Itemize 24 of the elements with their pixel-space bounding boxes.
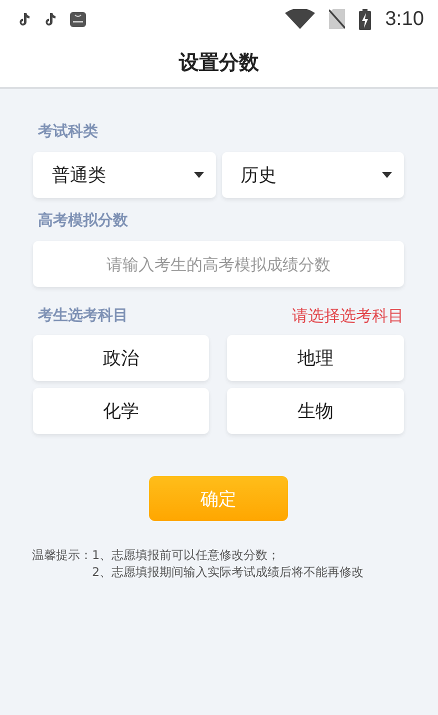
music-note-icon bbox=[44, 12, 56, 26]
warning-text: 请选择选考科目 bbox=[292, 305, 404, 326]
subject-option[interactable]: 地理 bbox=[227, 335, 404, 381]
dropdown[interactable]: 普通类 bbox=[33, 152, 216, 198]
subject-option[interactable]: 政治 bbox=[33, 335, 209, 381]
subject-option[interactable]: 化学 bbox=[33, 388, 209, 434]
no-sim-icon bbox=[329, 9, 346, 29]
tip-text: 1、志愿填报前可以任意修改分数； bbox=[92, 547, 281, 564]
tips-label: 温馨提示： bbox=[32, 547, 92, 564]
music-note-icon bbox=[18, 12, 30, 26]
section-label: 考生选考科目 bbox=[36, 305, 128, 326]
clock: 3:10 bbox=[385, 8, 424, 30]
subject-option[interactable]: 生物 bbox=[227, 388, 404, 434]
tip-text: 2、志愿填报期间输入实际考试成绩后将不能再修改 bbox=[92, 564, 364, 581]
section-label: 高考模拟分数 bbox=[37, 210, 129, 231]
dropdown-caret-icon bbox=[382, 172, 392, 178]
score-input-field[interactable]: 请输入考生的高考模拟成绩分数 bbox=[33, 241, 404, 287]
dropdown-caret-icon bbox=[194, 172, 204, 178]
page-title: 设置分数 bbox=[179, 49, 259, 76]
wifi-icon bbox=[285, 9, 316, 29]
section-label: 考试科类 bbox=[36, 121, 99, 142]
battery-icon bbox=[359, 8, 372, 30]
app-icon bbox=[70, 12, 86, 26]
dropdown[interactable]: 历史 bbox=[222, 152, 404, 198]
